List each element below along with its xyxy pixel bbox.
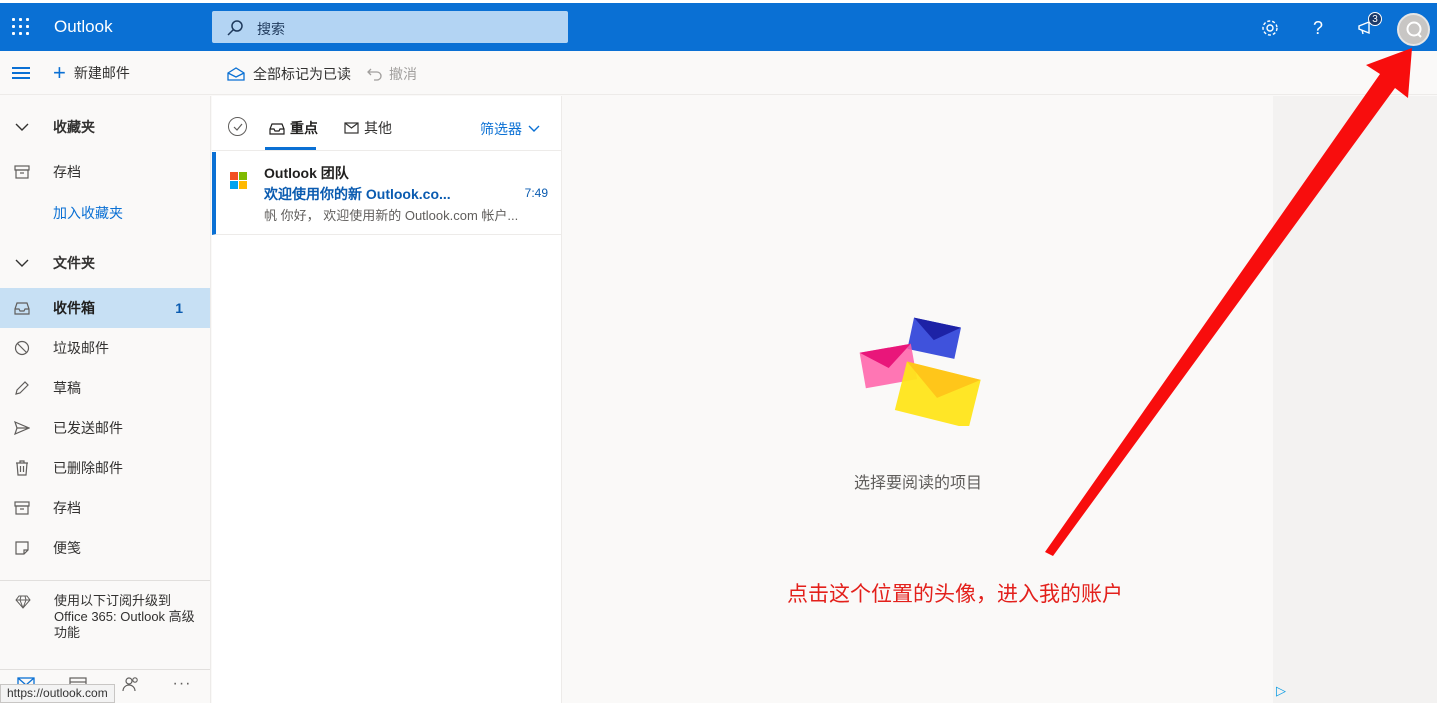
new-mail-label: 新建邮件 <box>73 65 130 81</box>
sidebar-item-junk[interactable]: 垃圾邮件 <box>0 328 210 368</box>
sidebar-item-label: 收件箱 <box>53 300 95 316</box>
sidebar-item-favorite-archive[interactable]: 存档 <box>0 152 210 192</box>
message-preview: 帆 你好， 欢迎使用新的 Outlook.com 帐户... <box>264 208 519 223</box>
envelope-open-icon <box>227 67 245 81</box>
microsoft-logo-icon <box>230 172 248 190</box>
favorites-label: 收藏夹 <box>53 119 95 135</box>
ad-choices-icon[interactable]: ▷ <box>1276 683 1286 699</box>
message-list: 重点 其他 筛选器 Outlook 团队 欢迎使用你的新 Outlook.co.… <box>212 96 562 703</box>
top-bar: Outlook 搜索 ? 3 <box>0 0 1437 51</box>
message-sender: Outlook 团队 <box>264 165 349 181</box>
sidebar-item-archive[interactable]: 存档 <box>0 488 210 528</box>
tab-other-label: 其他 <box>364 120 392 136</box>
search-input[interactable]: 搜索 <box>212 11 568 43</box>
folders-label: 文件夹 <box>53 255 95 271</box>
sidebar-item-label: 垃圾邮件 <box>53 340 109 356</box>
filter-label: 筛选器 <box>480 121 522 137</box>
search-placeholder: 搜索 <box>257 21 285 37</box>
tab-other[interactable]: 其他 <box>344 118 392 138</box>
diamond-icon <box>15 595 31 612</box>
command-bar: + 新建邮件 全部标记为已读 撤消 <box>0 51 1437 95</box>
gear-icon[interactable] <box>1258 16 1282 40</box>
sidebar-item-drafts[interactable]: 草稿 <box>0 368 210 408</box>
undo-button[interactable]: 撤消 <box>367 64 417 84</box>
chevron-down-icon <box>528 125 540 132</box>
upgrade-link[interactable]: 使用以下订阅升级到 Office 365: Outlook 高级功能 <box>54 593 204 641</box>
app-name[interactable]: Outlook <box>54 17 113 37</box>
avatar-icon <box>1406 21 1422 38</box>
sidebar-item-label: 已删除邮件 <box>53 460 123 476</box>
archive-icon <box>13 499 31 517</box>
status-url: https://outlook.com <box>0 684 115 703</box>
mark-all-read-label: 全部标记为已读 <box>253 66 351 82</box>
message-item[interactable]: Outlook 团队 欢迎使用你的新 Outlook.co... 7:49 帆 … <box>212 152 562 235</box>
people-icon[interactable] <box>119 674 143 694</box>
message-list-header: 重点 其他 筛选器 <box>212 96 562 151</box>
add-favorite-link[interactable]: 加入收藏夹 <box>53 203 123 223</box>
menu-icon[interactable] <box>12 67 30 79</box>
sidebar-item-sent[interactable]: 已发送邮件 <box>0 408 210 448</box>
message-subject: 欢迎使用你的新 Outlook.co... <box>264 186 451 202</box>
check-icon <box>233 123 242 131</box>
new-mail-button[interactable]: + 新建邮件 <box>53 60 130 85</box>
mark-all-read-button[interactable]: 全部标记为已读 <box>227 64 351 84</box>
envelopes-illustration <box>859 317 981 426</box>
tab-focused[interactable]: 重点 <box>269 118 318 138</box>
chevron-down-icon <box>13 118 31 136</box>
plus-icon: + <box>53 60 66 85</box>
inbox-focused-icon <box>269 122 285 135</box>
note-icon <box>13 539 31 557</box>
chevron-down-icon <box>13 254 31 272</box>
search-icon <box>227 20 243 36</box>
undo-label: 撤消 <box>389 66 417 82</box>
filter-button[interactable]: 筛选器 <box>480 119 540 139</box>
sidebar-item-label: 草稿 <box>53 380 81 396</box>
sidebar-item-label: 存档 <box>53 500 81 516</box>
active-tab-indicator <box>265 147 316 150</box>
archive-icon <box>13 163 31 181</box>
sidebar-item-label: 已发送邮件 <box>53 420 123 436</box>
favorites-header[interactable]: 收藏夹 <box>0 107 210 147</box>
send-icon <box>13 419 31 437</box>
select-all-checkbox[interactable] <box>228 117 247 136</box>
waffle-icon[interactable] <box>12 18 30 36</box>
folders-header[interactable]: 文件夹 <box>0 243 210 283</box>
sidebar-item-deleted[interactable]: 已删除邮件 <box>0 448 210 488</box>
inbox-icon <box>13 299 31 317</box>
sidebar-item-label: 便笺 <box>53 540 81 556</box>
ad-gutter <box>1273 96 1437 703</box>
help-icon[interactable]: ? <box>1306 16 1330 40</box>
more-icon[interactable]: ··· <box>170 674 194 694</box>
sidebar-item-label: 存档 <box>53 164 81 180</box>
tab-focused-label: 重点 <box>290 120 318 136</box>
upgrade-promo: 使用以下订阅升级到 Office 365: Outlook 高级功能 <box>0 580 210 640</box>
notification-badge: 3 <box>1368 12 1382 26</box>
sidebar-item-inbox[interactable]: 收件箱 1 <box>0 288 210 328</box>
pencil-icon <box>13 379 31 397</box>
undo-icon <box>367 68 382 81</box>
envelope-icon <box>344 122 359 134</box>
trash-icon <box>13 459 31 477</box>
reading-pane: 选择要阅读的项目 <box>563 96 1273 703</box>
sidebar-item-notes[interactable]: 便笺 <box>0 528 210 568</box>
empty-state-text: 选择要阅读的项目 <box>853 475 982 492</box>
annotation-text: 点击这个位置的头像，进入我的账户 <box>787 583 1123 606</box>
junk-icon <box>13 339 31 357</box>
message-time: 7:49 <box>524 186 548 200</box>
folder-pane: 收藏夹 存档 加入收藏夹 文件夹 收件箱 1 垃圾邮件 草稿 已发送邮件 已删除… <box>0 96 211 703</box>
unread-count: 1 <box>175 300 183 316</box>
avatar[interactable] <box>1397 13 1430 46</box>
